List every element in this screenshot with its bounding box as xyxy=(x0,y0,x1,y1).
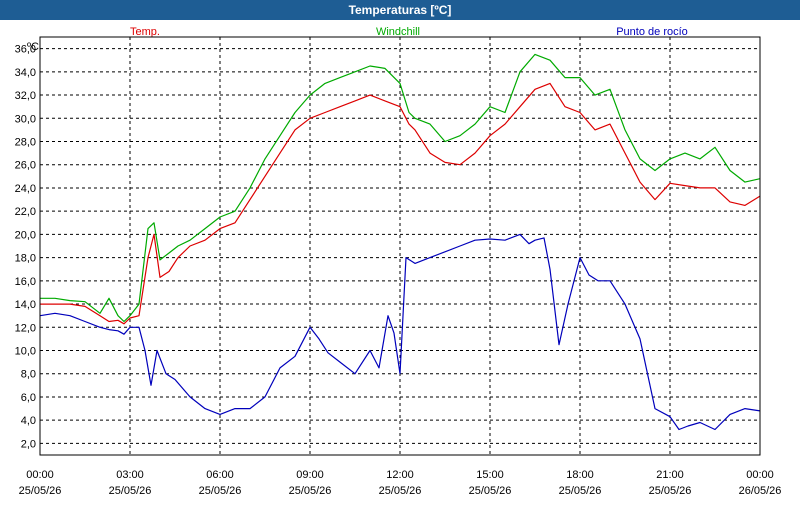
x-tick-label-time: 00:00 xyxy=(746,469,774,481)
legend-entry: Windchill xyxy=(376,26,420,38)
x-tick-label-date: 25/05/26 xyxy=(199,485,242,497)
unit-label: ºC xyxy=(27,41,39,53)
y-tick-label: 20,0 xyxy=(15,229,36,241)
x-tick-label-date: 25/05/26 xyxy=(109,485,152,497)
x-tick-label-time: 06:00 xyxy=(206,469,234,481)
x-tick-label-time: 09:00 xyxy=(296,469,324,481)
y-tick-label: 14,0 xyxy=(15,299,36,311)
y-tick-label: 16,0 xyxy=(15,276,36,288)
legend-entry: Temp. xyxy=(130,26,160,38)
x-tick-label-date: 25/05/26 xyxy=(559,485,602,497)
x-tick-label-date: 25/05/26 xyxy=(379,485,422,497)
y-tick-label: 10,0 xyxy=(15,346,36,358)
y-tick-label: 8,0 xyxy=(21,369,36,381)
y-tick-label: 22,0 xyxy=(15,206,36,218)
x-tick-label-time: 21:00 xyxy=(656,469,684,481)
y-tick-label: 32,0 xyxy=(15,90,36,102)
x-tick-label-date: 25/05/26 xyxy=(649,485,692,497)
y-tick-label: 12,0 xyxy=(15,322,36,334)
window-title: Temperaturas [ºC] xyxy=(0,0,800,20)
y-tick-label: 2,0 xyxy=(21,438,36,450)
y-tick-label: 24,0 xyxy=(15,183,36,195)
legend: Temp. Windchill Punto de rocío xyxy=(130,26,688,38)
y-tick-label: 26,0 xyxy=(15,160,36,172)
x-tick-label-time: 15:00 xyxy=(476,469,504,481)
x-tick-label-time: 03:00 xyxy=(116,469,144,481)
y-tick-label: 18,0 xyxy=(15,253,36,265)
temperature-chart: 2,0 4,0 6,0 8,0 10,0 12,0 14,0 16,0 18,0 20,0 22,0… xyxy=(15,26,782,497)
series-line xyxy=(40,82,761,325)
x-tick-label-date: 26/05/26 xyxy=(739,485,782,497)
y-tick-label: 30,0 xyxy=(15,113,36,125)
x-tick-label-date: 25/05/26 xyxy=(19,485,62,497)
y-tick-label: 34,0 xyxy=(15,67,36,79)
x-axis-labels: 00:00 25/05/26 03:00 25/05/26 06:00 25/05/26 0… xyxy=(19,469,782,497)
x-tick-label-time: 12:00 xyxy=(386,469,414,481)
y-axis-labels: 2,0 4,0 6,0 8,0 10,0 12,0 14,0 16,0 18,0 20,0 22,0… xyxy=(15,44,36,451)
chart-area: 2,0 4,0 6,0 8,0 10,0 12,0 14,0 16,0 18,0 20,0 22,0… xyxy=(0,20,800,500)
y-tick-label: 4,0 xyxy=(21,415,36,427)
x-tick-label-time: 18:00 xyxy=(566,469,594,481)
x-tick-label-date: 25/05/26 xyxy=(469,485,512,497)
x-tick-label-time: 00:00 xyxy=(26,469,54,481)
x-tick-label-date: 25/05/26 xyxy=(289,485,332,497)
y-tick-label: 28,0 xyxy=(15,137,36,149)
legend-entry: Punto de rocío xyxy=(616,26,688,38)
y-tick-label: 6,0 xyxy=(21,392,36,404)
